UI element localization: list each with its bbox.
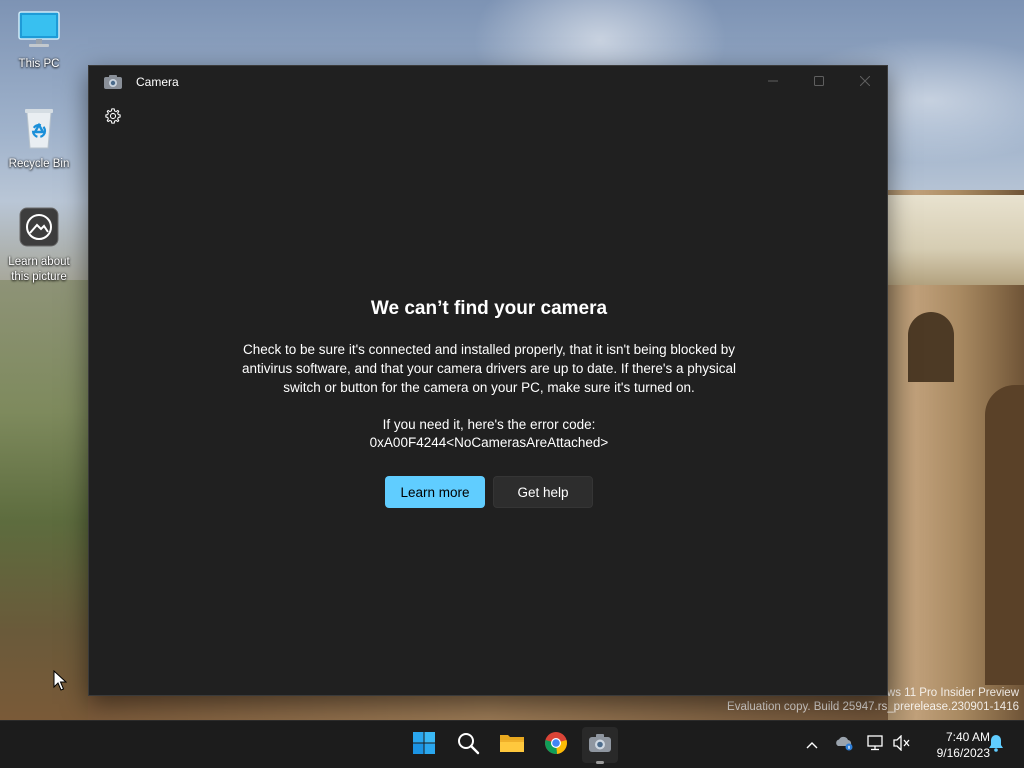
monitor-icon: [1, 10, 77, 55]
wallpaper-landscape: [0, 280, 88, 720]
get-help-button[interactable]: Get help: [493, 476, 593, 508]
chevron-up-icon: [806, 736, 818, 754]
desktop-icon-this-pc[interactable]: This PC: [1, 10, 77, 72]
maximize-button[interactable]: [796, 66, 842, 98]
clock-time: 7:40 AM: [945, 730, 990, 744]
file-explorer-icon: [499, 732, 525, 759]
minimize-button[interactable]: [750, 66, 796, 98]
camera-window: Camera We can’t find your camera Check t…: [88, 65, 888, 696]
file-explorer-button[interactable]: [494, 727, 530, 763]
camera-icon: [588, 733, 612, 758]
error-message: Check to be sure it's connected and inst…: [241, 342, 737, 395]
error-code: 0xA00F4244<NoCamerasAreAttached>: [369, 435, 609, 450]
error-title: We can’t find your camera: [370, 298, 608, 319]
maximize-icon: [814, 73, 824, 91]
desktop-icon-learn-about-this-picture[interactable]: Learn about this picture: [1, 206, 77, 285]
error-actions: Learn more Get help: [209, 476, 769, 508]
windows-start-icon: [412, 731, 436, 760]
wallpaper-arch: [985, 385, 1024, 685]
recycle-bin-icon: [1, 106, 77, 155]
network-tray-button[interactable]: [864, 733, 888, 757]
watermark-line: Evaluation copy. Build 25947.rs_prerelea…: [727, 701, 1019, 713]
chrome-icon: [544, 731, 568, 760]
minimize-icon: [768, 73, 778, 91]
error-panel: We can’t find your camera Check to be su…: [209, 296, 769, 508]
learn-more-button[interactable]: Learn more: [385, 476, 485, 508]
chrome-button[interactable]: [538, 727, 574, 763]
start-button[interactable]: [406, 727, 442, 763]
desktop-icon-label: This PC: [18, 58, 60, 70]
taskbar: 7:40 AM 9/16/2023: [0, 720, 1024, 768]
network-icon: [867, 734, 885, 756]
clock-date: 9/16/2023: [936, 746, 990, 760]
notification-bell-icon: [988, 734, 1004, 757]
learn-picture-icon: [1, 206, 77, 253]
volume-tray-button[interactable]: [890, 733, 914, 757]
window-title: Camera: [136, 75, 179, 89]
desktop-icon-label: Recycle Bin: [8, 158, 70, 170]
onedrive-icon: [834, 735, 854, 756]
volume-muted-icon: [893, 733, 911, 756]
desktop-icon-label: Learn about this picture: [8, 256, 70, 283]
camera-icon: [103, 74, 123, 95]
settings-button[interactable]: [101, 106, 125, 130]
gear-icon: [104, 107, 122, 130]
clock[interactable]: 7:40 AM 9/16/2023: [916, 729, 990, 761]
mouse-cursor-icon: [53, 669, 68, 697]
close-button[interactable]: [842, 66, 888, 98]
show-hidden-icons-button[interactable]: [800, 733, 824, 757]
wallpaper-arch: [908, 312, 954, 382]
desktop-icon-recycle-bin[interactable]: Recycle Bin: [1, 106, 77, 172]
onedrive-tray-button[interactable]: [832, 733, 856, 757]
search-icon: [456, 731, 480, 760]
camera-taskbar-button[interactable]: [582, 727, 618, 763]
close-icon: [859, 73, 871, 91]
notifications-button[interactable]: [984, 733, 1008, 757]
error-code-label: If you need it, here's the error code:: [382, 417, 596, 432]
running-app-indicator: [596, 761, 604, 764]
search-button[interactable]: [450, 727, 486, 763]
wallpaper-town: [880, 195, 1024, 285]
title-bar[interactable]: Camera: [89, 66, 887, 98]
